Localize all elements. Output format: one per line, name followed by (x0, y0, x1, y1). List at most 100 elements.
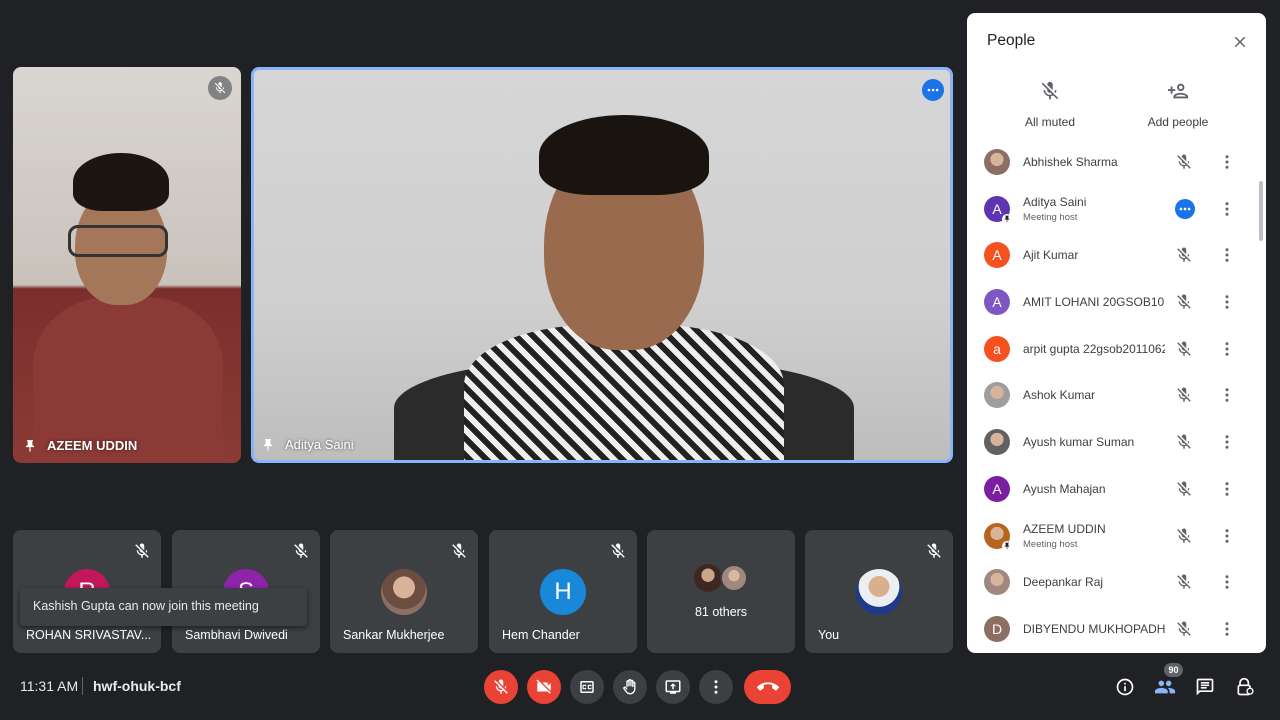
participant-video-hair (539, 115, 709, 195)
more-vertical-icon[interactable] (1218, 527, 1236, 545)
add-people-button[interactable]: Add people (1123, 80, 1233, 129)
participant-row[interactable]: A Aditya Saini Meeting host (967, 186, 1257, 233)
avatar-initial: a (993, 340, 1001, 357)
mic-off-icon (1041, 81, 1059, 100)
more-vertical-icon[interactable] (1218, 340, 1236, 358)
divider (82, 677, 83, 695)
avatar-photo (720, 564, 748, 592)
pin-icon (263, 438, 273, 451)
more-vertical-icon[interactable] (1218, 153, 1236, 171)
avatar-photo (381, 569, 427, 615)
meeting-details-button[interactable] (1114, 676, 1136, 698)
more-options-icon (714, 680, 718, 694)
close-panel-button[interactable] (1228, 30, 1252, 54)
avatar-photo (984, 429, 1010, 456)
participant-row[interactable]: Ashok Kumar (967, 372, 1257, 419)
meeting-code: hwf-ohuk-bcf (93, 678, 181, 694)
join-notification-toast: Kashish Gupta can now join this meeting (20, 588, 307, 626)
avatar-photo (984, 382, 1010, 409)
more-options-button[interactable] (699, 670, 733, 704)
captions-button[interactable] (570, 670, 604, 704)
participant-tile[interactable]: Sankar Mukherjee (330, 530, 478, 653)
participant-row[interactable]: AZEEM UDDIN Meeting host (967, 513, 1257, 560)
add-people-label: Add people (1147, 115, 1209, 129)
host-controls-button[interactable] (1234, 676, 1256, 698)
participant-name: Ayush kumar Suman (1023, 435, 1135, 450)
participant-row[interactable]: Deepankar Raj (967, 559, 1257, 606)
participant-name: Ashok Kumar (1023, 388, 1096, 403)
video-tile-azeem-uddin[interactable]: AZEEM UDDIN (13, 67, 241, 463)
leave-call-button[interactable] (744, 670, 791, 704)
more-vertical-icon[interactable] (1218, 246, 1236, 264)
mic-off-icon[interactable] (1175, 246, 1193, 264)
avatar-initial: A (992, 200, 1002, 217)
participant-row[interactable]: Abhishek Sharma (967, 139, 1257, 186)
all-muted-label: All muted (1024, 115, 1076, 129)
avatar: A (984, 475, 1010, 502)
avatar-initial: A (992, 480, 1002, 497)
mic-off-icon (494, 679, 508, 694)
participant-row[interactable]: A Ajit Kumar (967, 232, 1257, 279)
more-vertical-icon[interactable] (1218, 480, 1236, 498)
more-vertical-icon[interactable] (1218, 200, 1236, 218)
meeting-time: 11:31 AM (20, 678, 79, 694)
participant-row[interactable]: A AMIT LOHANI 20GSOB10... (967, 279, 1257, 326)
present-now-button[interactable] (656, 670, 690, 704)
participant-name: Aditya Saini (285, 437, 354, 452)
self-tile[interactable]: You (805, 530, 953, 653)
toggle-camera-button[interactable] (527, 670, 561, 704)
participants-count-badge: 90 (1164, 663, 1183, 677)
participant-name: Ajit Kumar (1023, 248, 1079, 263)
video-tile-aditya-saini[interactable]: Aditya Saini (251, 67, 953, 463)
participants-list: Abhishek Sharma A Aditya Saini Meeting host… (967, 139, 1257, 653)
mic-off-icon[interactable] (1175, 527, 1193, 545)
participant-row[interactable]: a arpit gupta 22gsob2011062 (967, 326, 1257, 373)
mic-off-icon (135, 543, 149, 558)
avatar: D (984, 615, 1010, 642)
toggle-microphone-button[interactable] (484, 670, 518, 704)
participant-row[interactable]: A Ayush Mahajan (967, 466, 1257, 513)
participant-name: Abhishek Sharma (1023, 155, 1118, 169)
captions-icon (580, 681, 594, 693)
participant-tile[interactable]: H Hem Chander (489, 530, 637, 653)
tile-more-options-button[interactable] (922, 79, 944, 101)
mic-off-icon[interactable] (1175, 340, 1193, 358)
more-vertical-icon[interactable] (1218, 620, 1236, 638)
raise-hand-button[interactable] (613, 670, 647, 704)
others-tile[interactable]: 81 others (647, 530, 795, 653)
more-vertical-icon[interactable] (1218, 293, 1236, 311)
mic-off-icon[interactable] (1175, 153, 1193, 171)
participants-button[interactable] (1154, 676, 1176, 698)
participant-name: ROHAN SRIVASTAV... (26, 628, 151, 642)
mic-off-icon[interactable] (1175, 293, 1193, 311)
participant-row[interactable]: Ayush kumar Suman (967, 419, 1257, 466)
mic-off-icon[interactable] (1175, 480, 1193, 498)
participant-video-hair (73, 153, 169, 211)
more-vertical-icon[interactable] (1218, 573, 1236, 591)
chat-button[interactable] (1194, 676, 1216, 698)
participant-role: Meeting host (1023, 211, 1078, 223)
mic-off-icon[interactable] (1175, 433, 1193, 451)
add-person-icon (1167, 83, 1189, 99)
host-badge (1002, 213, 1012, 224)
chat-icon (1196, 678, 1214, 696)
avatar-photo (984, 569, 1010, 596)
host-badge (1002, 540, 1012, 551)
mic-off-icon[interactable] (1175, 573, 1193, 591)
lock-person-icon (1237, 677, 1254, 696)
mic-off-icon[interactable] (1175, 386, 1193, 404)
more-horizontal-icon (927, 88, 939, 92)
mic-off-icon[interactable] (1175, 620, 1193, 638)
more-vertical-icon[interactable] (1218, 386, 1236, 404)
more-horizontal-icon (1179, 207, 1191, 211)
participant-name: Sankar Mukherjee (343, 628, 445, 642)
all-muted-button[interactable]: All muted (995, 80, 1105, 129)
participant-more-options-button[interactable] (1175, 198, 1195, 219)
participant-row[interactable]: D DIBYENDU MUKHOPADH... (967, 606, 1257, 653)
more-vertical-icon[interactable] (1218, 433, 1236, 451)
avatar: A (984, 289, 1010, 316)
pin-icon (25, 439, 35, 452)
scrollbar[interactable] (1259, 181, 1263, 241)
avatar-initial: A (992, 294, 1002, 311)
pin-icon (1004, 542, 1010, 549)
